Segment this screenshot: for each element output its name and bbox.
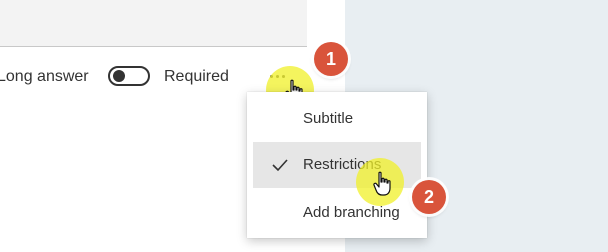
- hand-cursor-icon: [373, 171, 391, 196]
- menu-item-label: Add branching: [303, 204, 400, 221]
- menu-item-label: Subtitle: [303, 110, 354, 127]
- required-label: Required: [164, 68, 229, 85]
- toggle-knob: [113, 70, 125, 82]
- step-badge-1: 1: [314, 42, 348, 76]
- answer-type-label: Long answer: [0, 68, 89, 85]
- checkmark-icon: [272, 159, 288, 172]
- menu-item-subtitle[interactable]: Subtitle: [253, 96, 421, 142]
- required-toggle[interactable]: [108, 66, 150, 86]
- more-options-menu: Subtitle Restrictions Add branching: [247, 92, 427, 238]
- answer-input-area[interactable]: [0, 0, 307, 47]
- question-options-row: Long answer Required: [0, 60, 300, 94]
- step-badge-2: 2: [412, 180, 446, 214]
